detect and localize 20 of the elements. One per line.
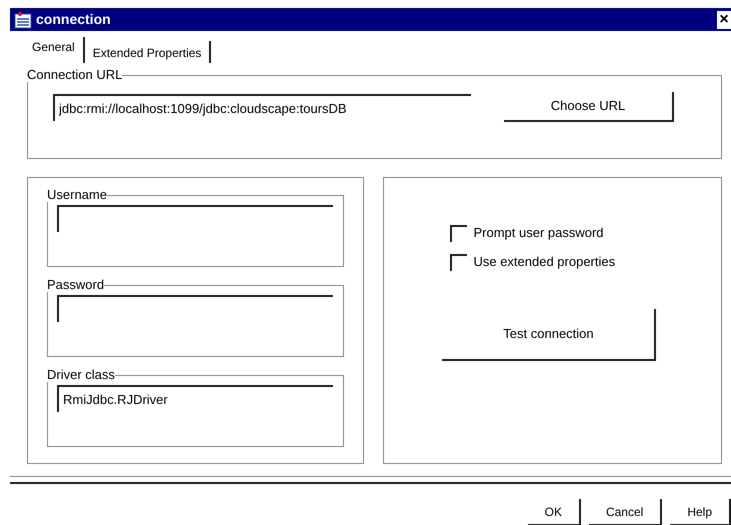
dialog-button[interactable]: OK — [528, 499, 581, 525]
dialog-button[interactable]: Help — [670, 499, 731, 525]
text-field[interactable]: jdbc:rmi://localhost:1099/jdbc:cloudscape:toursDB — [53, 94, 471, 120]
text-field[interactable]: RmiJdbc.RJDriver — [57, 385, 333, 412]
dialog-button[interactable]: Cancel — [588, 499, 662, 525]
group-label: Password — [47, 277, 104, 292]
window-title: connection — [36, 10, 111, 29]
tab[interactable]: Extended Properties — [84, 41, 212, 63]
tab[interactable]: General — [24, 37, 85, 63]
checkbox[interactable] — [450, 224, 468, 242]
test-connection-button[interactable]: Test connection — [442, 309, 656, 361]
choose-url-button[interactable]: Choose URL — [504, 92, 674, 122]
group-label: Username — [47, 187, 107, 202]
group-label: Driver class — [47, 367, 115, 382]
close-button[interactable]: × — [717, 10, 731, 28]
checkbox[interactable] — [450, 254, 468, 270]
app-icon — [14, 10, 32, 28]
checkbox-label: Use extended properties — [473, 253, 616, 272]
checkbox-label: Prompt user password — [473, 224, 604, 242]
group-label: Connection URL — [27, 67, 122, 82]
